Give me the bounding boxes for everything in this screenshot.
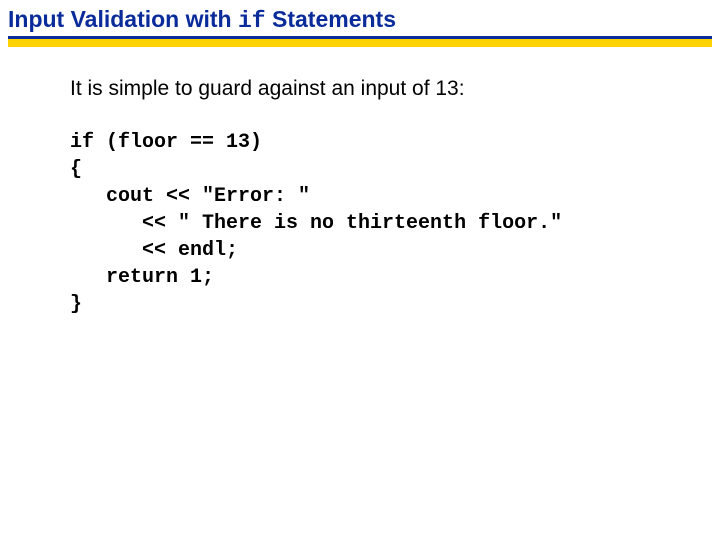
code-line-2: { <box>70 158 82 181</box>
title-bar: Input Validation with if Statements <box>0 0 720 49</box>
code-block: if (floor == 13) { cout << "Error: " << … <box>70 129 706 318</box>
slide: Input Validation with if Statements It i… <box>0 0 720 540</box>
underline-yellow <box>8 39 712 47</box>
code-line-1: if (floor == 13) <box>70 131 262 154</box>
title-part1: Input Validation with <box>8 6 238 32</box>
intro-text: It is simple to guard against an input o… <box>70 77 706 101</box>
code-line-3: cout << "Error: " <box>70 185 310 208</box>
slide-title: Input Validation with if Statements <box>8 6 396 32</box>
title-code: if <box>238 8 266 34</box>
title-part2: Statements <box>266 6 396 32</box>
code-line-5: << endl; <box>70 239 238 262</box>
title-underline <box>8 36 712 47</box>
code-line-7: } <box>70 293 82 316</box>
slide-body: It is simple to guard against an input o… <box>0 49 720 318</box>
code-line-6: return 1; <box>70 266 214 289</box>
code-line-4: << " There is no thirteenth floor." <box>70 212 562 235</box>
